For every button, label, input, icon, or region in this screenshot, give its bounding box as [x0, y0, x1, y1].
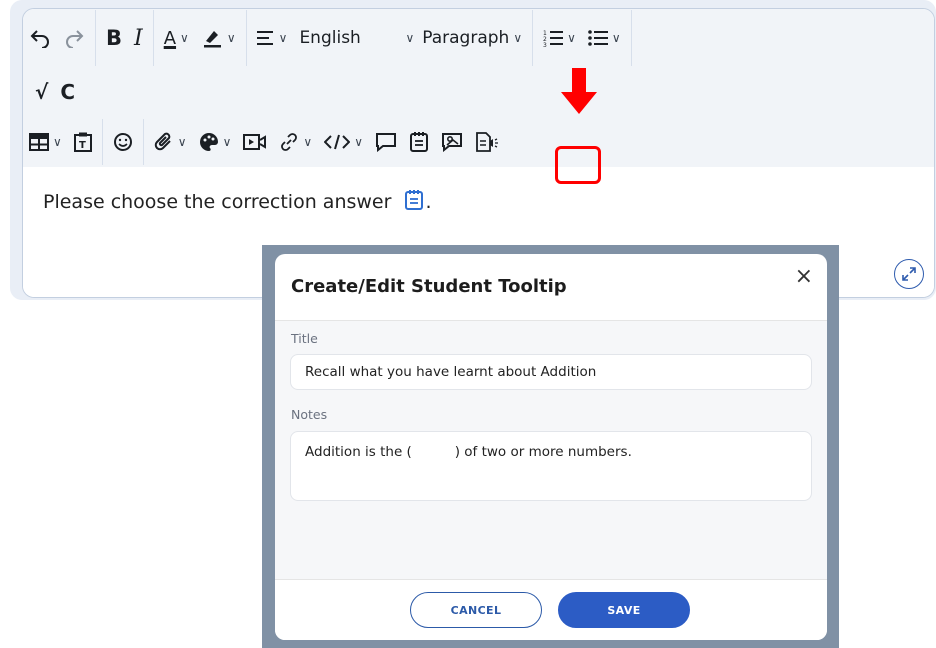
chevron-down-icon: ∨ [53, 135, 62, 149]
toolbar-separator [101, 119, 103, 165]
save-button[interactable]: SAVE [558, 592, 690, 628]
math-icon[interactable]: √ [29, 72, 54, 112]
chevron-down-icon: ∨ [405, 31, 415, 45]
align-icon[interactable]: ∨ [251, 18, 294, 58]
toolbar-separator [95, 10, 96, 66]
student-tooltip-icon[interactable] [403, 189, 425, 216]
toolbar-row-3: ∨ T ∨ ∨ ∨ ∨ [23, 117, 934, 168]
highlight-box [555, 146, 601, 184]
toolbar-separator [142, 119, 144, 165]
expand-icon[interactable] [894, 259, 924, 289]
toolbar-row-1: B I A ∨ ∨ ∨ English ∨ Paragraph ∨ 1 2 3 ∨ ∨ [23, 9, 934, 68]
dialog-title: Create/Edit Student Tooltip [291, 276, 567, 297]
chevron-down-icon: ∨ [303, 135, 313, 149]
student-tooltip-dialog: Create/Edit Student Tooltip × Title Note… [275, 254, 827, 640]
chevron-down-icon: ∨ [226, 31, 236, 45]
chevron-down-icon: ∨ [177, 135, 187, 149]
chem-icon[interactable]: C [54, 72, 81, 112]
numbered-list-icon[interactable]: 1 2 3 ∨ [537, 18, 582, 58]
dialog-body: Title Notes Addition is the ( ) of two o… [275, 321, 827, 579]
emoji-icon[interactable] [107, 122, 139, 162]
svg-text:T: T [79, 140, 86, 151]
attach-icon[interactable]: ∨ [148, 122, 193, 162]
toolbar-separator [630, 10, 632, 66]
paste-icon[interactable]: T [68, 122, 98, 162]
chevron-down-icon: ∨ [611, 31, 621, 45]
palette-icon[interactable]: ∨ [193, 122, 238, 162]
code-icon[interactable]: ∨ [318, 122, 369, 162]
language-value: English [299, 28, 361, 48]
highlight-color-icon[interactable]: ∨ [195, 18, 242, 58]
toolbar-separator [532, 10, 534, 66]
language-dropdown[interactable]: English [293, 18, 395, 58]
chevron-down-icon: ∨ [278, 31, 288, 45]
student-tooltip-icon[interactable] [403, 122, 435, 162]
notes-label: Notes [291, 407, 328, 422]
redo-icon[interactable] [57, 18, 91, 58]
toolbar-separator [245, 10, 247, 66]
table-icon[interactable]: ∨ [23, 122, 68, 162]
chevron-down-icon: ∨ [222, 135, 232, 149]
dialog-footer: CANCEL SAVE [275, 579, 827, 640]
title-label: Title [291, 331, 318, 346]
svg-text:3: 3 [543, 42, 547, 47]
editor-text: Please choose the correction answer [43, 191, 392, 213]
bullet-list-icon[interactable]: ∨ [582, 18, 627, 58]
comment-icon[interactable] [369, 122, 403, 162]
title-input[interactable] [290, 354, 812, 390]
chevron-down-icon: ∨ [180, 31, 189, 45]
image-annotation-icon[interactable] [435, 122, 469, 162]
link-icon[interactable]: ∨ [273, 122, 318, 162]
chevron-down-icon: ∨ [567, 31, 576, 45]
italic-icon[interactable]: I [128, 18, 149, 58]
font-color-icon[interactable]: A ∨ [158, 18, 195, 58]
toolbar-row-2: √ C [23, 67, 934, 118]
video-icon[interactable] [237, 122, 273, 162]
editor-punctuation: . [425, 191, 432, 213]
toolbar-separator [152, 10, 154, 66]
block-format-value: Paragraph [422, 28, 510, 48]
audio-doc-icon[interactable] [469, 122, 505, 162]
notes-textarea[interactable]: Addition is the ( ) of two or more numbe… [290, 431, 812, 501]
bold-icon[interactable]: B [100, 18, 128, 58]
callout-arrow-icon [561, 68, 597, 114]
chevron-down-icon: ∨ [354, 135, 363, 149]
block-format-dropdown[interactable]: ∨ Paragraph ∨ [395, 18, 528, 58]
undo-icon[interactable] [23, 18, 57, 58]
cancel-button[interactable]: CANCEL [410, 592, 542, 628]
chevron-down-icon: ∨ [513, 31, 523, 45]
close-icon[interactable]: × [795, 264, 813, 289]
